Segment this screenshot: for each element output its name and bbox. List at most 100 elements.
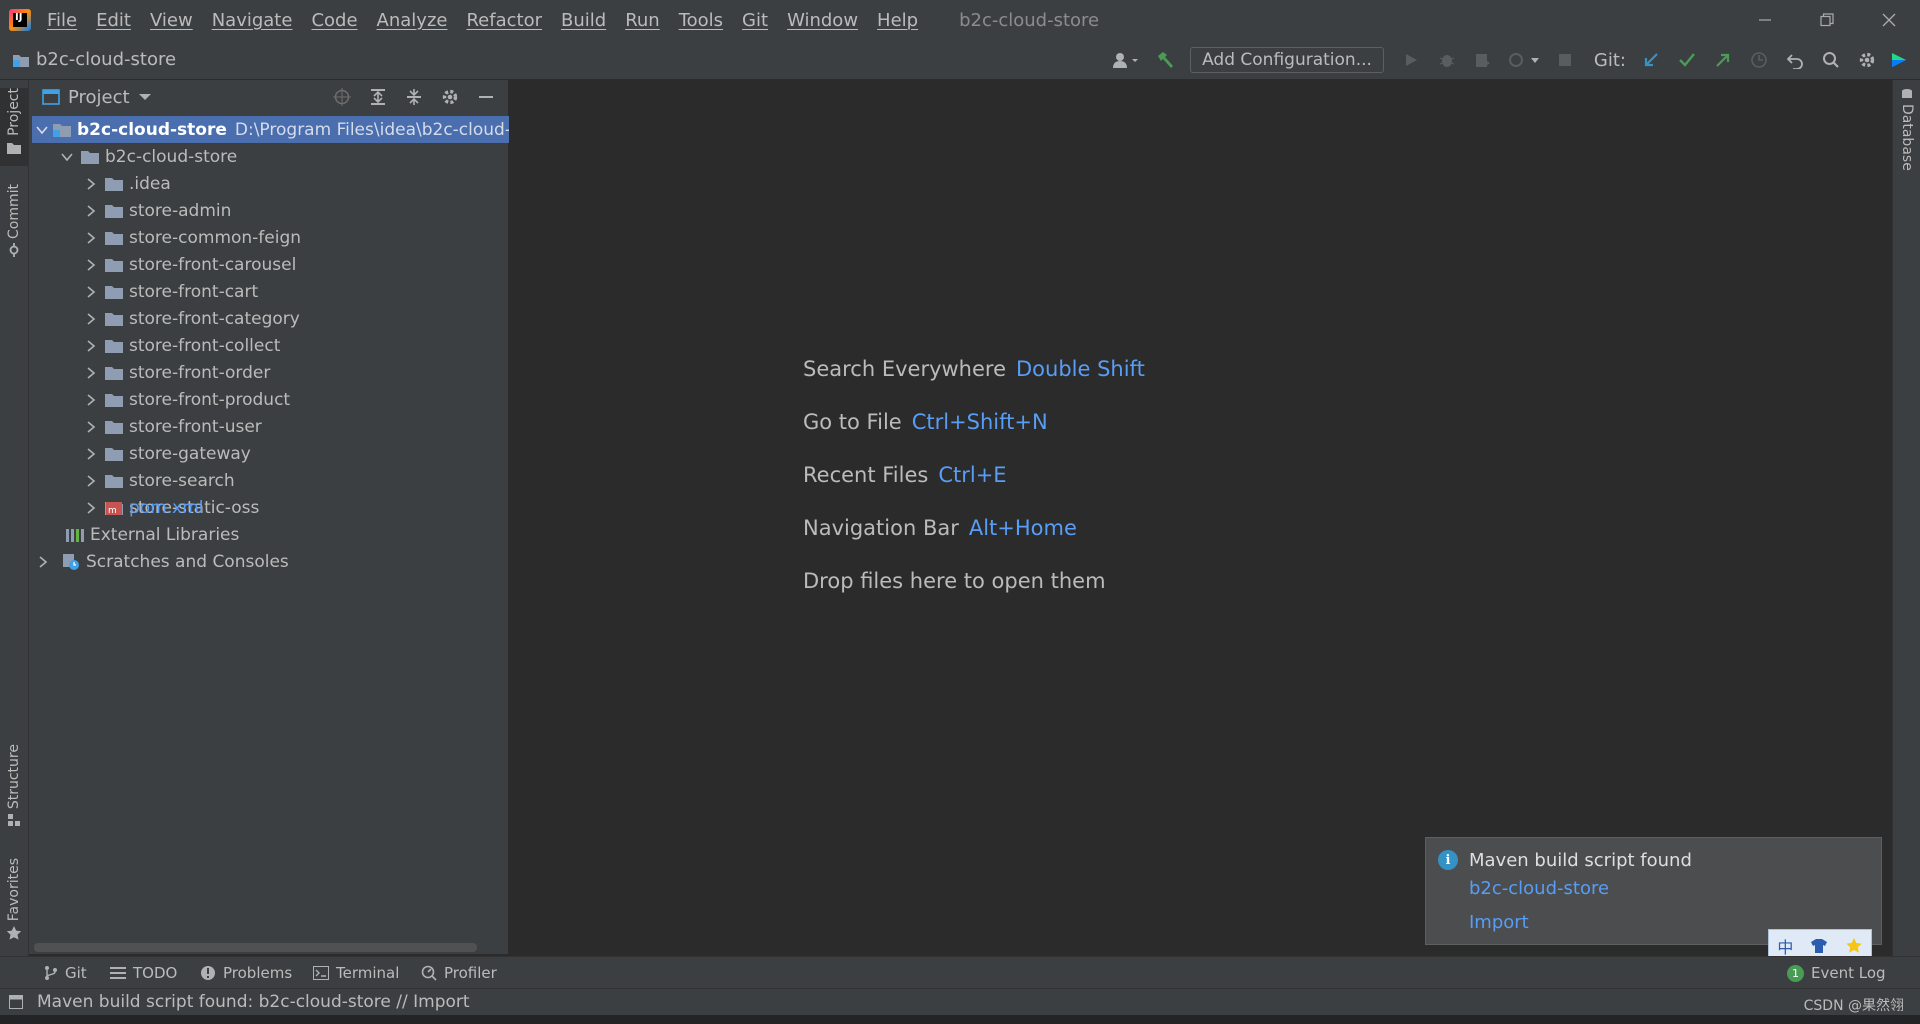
tool-tab-problems[interactable]: Problems: [200, 957, 292, 989]
ime-favorite-star-icon[interactable]: [1845, 937, 1863, 955]
debug-button[interactable]: [1430, 46, 1464, 74]
chevron-right-icon[interactable]: [81, 201, 101, 221]
tree-root-row[interactable]: b2c-cloud-store D:\Program Files\idea\b2…: [32, 116, 554, 143]
chevron-right-icon[interactable]: [81, 255, 101, 275]
tree-external-libraries-row[interactable]: External Libraries: [57, 521, 239, 548]
chevron-down-icon[interactable]: [57, 147, 77, 167]
menu-run[interactable]: Run: [625, 10, 660, 31]
git-push-button[interactable]: [1706, 46, 1740, 74]
ime-skin-icon[interactable]: [1810, 938, 1828, 954]
menu-edit[interactable]: Edit: [96, 10, 131, 31]
chevron-right-icon[interactable]: [81, 471, 101, 491]
horizontal-scrollbar[interactable]: [34, 943, 477, 952]
tool-tab-event-log[interactable]: 1 Event Log: [1787, 957, 1886, 989]
status-message[interactable]: Maven build script found: b2c-cloud-stor…: [37, 992, 470, 1012]
build-button[interactable]: [1148, 46, 1182, 74]
collapse-all-button[interactable]: [400, 84, 428, 110]
tree-folder-row[interactable]: store-front-product: [81, 386, 290, 413]
tree-folder-row[interactable]: store-front-category: [81, 305, 300, 332]
folder-icon: [104, 390, 124, 410]
undo-icon: [1786, 54, 1803, 69]
minimize-button[interactable]: [1734, 0, 1796, 40]
menu-navigate[interactable]: Navigate: [212, 10, 293, 31]
hide-panel-button[interactable]: [472, 84, 500, 110]
ime-mode-toggle[interactable]: 中: [1777, 934, 1793, 958]
chevron-right-icon[interactable]: [81, 228, 101, 248]
tree-folder-row[interactable]: store-gateway: [81, 440, 251, 467]
chevron-down-icon[interactable]: [138, 92, 152, 102]
menu-help[interactable]: Help: [877, 10, 918, 31]
tool-windows-toggle-icon[interactable]: [9, 995, 23, 1009]
chevron-right-icon[interactable]: [81, 363, 101, 383]
menu-file[interactable]: File: [47, 10, 77, 31]
tree-folder-row[interactable]: .idea: [81, 170, 171, 197]
tree-folder-row[interactable]: store-admin: [81, 197, 231, 224]
tree-folder-row[interactable]: store-front-cart: [81, 278, 258, 305]
tree-folder-row[interactable]: store-front-user: [81, 413, 262, 440]
menu-refactor[interactable]: Refactor: [466, 10, 542, 31]
chevron-down-icon[interactable]: [36, 120, 48, 140]
tree-folder-row[interactable]: store-search: [81, 467, 235, 494]
breadcrumb-project[interactable]: b2c-cloud-store: [36, 49, 176, 70]
locate-file-button[interactable]: [328, 84, 356, 110]
notification-import-link[interactable]: Import: [1469, 912, 1529, 933]
git-rollback-button[interactable]: [1778, 46, 1812, 74]
title-bar: IJ File Edit View Navigate Code Analyze …: [0, 0, 1920, 40]
coverage-button[interactable]: [1466, 46, 1500, 74]
menu-analyze[interactable]: Analyze: [377, 10, 448, 31]
window-controls: [1734, 0, 1920, 40]
menu-build[interactable]: Build: [561, 10, 606, 31]
git-commit-button[interactable]: [1670, 46, 1704, 74]
chevron-right-icon[interactable]: [33, 552, 53, 572]
tree-folder-row[interactable]: store-common-feign: [81, 224, 301, 251]
toolbox-button[interactable]: [1886, 46, 1912, 74]
menu-window[interactable]: Window: [787, 10, 858, 31]
tool-tab-terminal[interactable]: Terminal: [313, 957, 399, 989]
tree-module-row[interactable]: b2c-cloud-store: [57, 143, 237, 170]
breadcrumb[interactable]: b2c-cloud-store: [12, 49, 176, 70]
chevron-right-icon[interactable]: [81, 336, 101, 356]
chevron-right-icon[interactable]: [81, 282, 101, 302]
folder-icon: [104, 201, 124, 221]
search-everywhere-button[interactable]: [1814, 46, 1848, 74]
close-button[interactable]: [1858, 0, 1920, 40]
menu-view[interactable]: View: [150, 10, 193, 31]
tree-folder-row[interactable]: store-front-collect: [81, 332, 280, 359]
menu-tools[interactable]: Tools: [679, 10, 723, 31]
tool-tab-profiler[interactable]: Profiler: [421, 957, 497, 989]
expand-all-button[interactable]: [364, 84, 392, 110]
tree-folder-row[interactable]: store-front-carousel: [81, 251, 296, 278]
tree-file-row[interactable]: m pom.xml: [81, 494, 204, 521]
project-panel-title[interactable]: Project: [68, 87, 130, 108]
git-history-button[interactable]: [1742, 46, 1776, 74]
menu-code[interactable]: Code: [311, 10, 357, 31]
account-button[interactable]: [1106, 46, 1146, 74]
notification-project-link[interactable]: b2c-cloud-store: [1469, 878, 1609, 899]
tool-tab-structure[interactable]: Structure: [0, 744, 28, 827]
stop-button[interactable]: [1548, 46, 1582, 74]
tool-tab-project[interactable]: Project: [0, 88, 28, 166]
chevron-right-icon[interactable]: [81, 174, 101, 194]
git-update-button[interactable]: [1634, 46, 1668, 74]
restore-button[interactable]: [1796, 0, 1858, 40]
settings-button[interactable]: [1850, 46, 1884, 74]
run-button[interactable]: [1394, 46, 1428, 74]
more-run-options-button[interactable]: [1502, 46, 1546, 74]
hint-action: Search Everywhere: [803, 357, 1006, 381]
tool-tab-database[interactable]: Database: [1893, 88, 1920, 171]
add-configuration-button[interactable]: Add Configuration...: [1190, 47, 1384, 73]
search-icon: [1823, 52, 1839, 68]
tool-tab-favorites[interactable]: Favorites: [0, 858, 28, 941]
chevron-right-icon[interactable]: [81, 444, 101, 464]
tool-tab-git[interactable]: Git: [44, 957, 87, 989]
chevron-right-icon[interactable]: [81, 417, 101, 437]
tree-folder-row[interactable]: store-front-order: [81, 359, 270, 386]
editor-empty-area[interactable]: Search Everywhere Double Shift Go to File C…: [509, 80, 1892, 956]
tool-tab-commit[interactable]: Commit: [0, 184, 28, 257]
tool-tab-todo[interactable]: TODO: [110, 957, 177, 989]
chevron-right-icon[interactable]: [81, 309, 101, 329]
chevron-right-icon[interactable]: [81, 390, 101, 410]
menu-git[interactable]: Git: [742, 10, 768, 31]
tree-scratches-row[interactable]: Scratches and Consoles: [33, 548, 289, 575]
panel-options-button[interactable]: [436, 84, 464, 110]
